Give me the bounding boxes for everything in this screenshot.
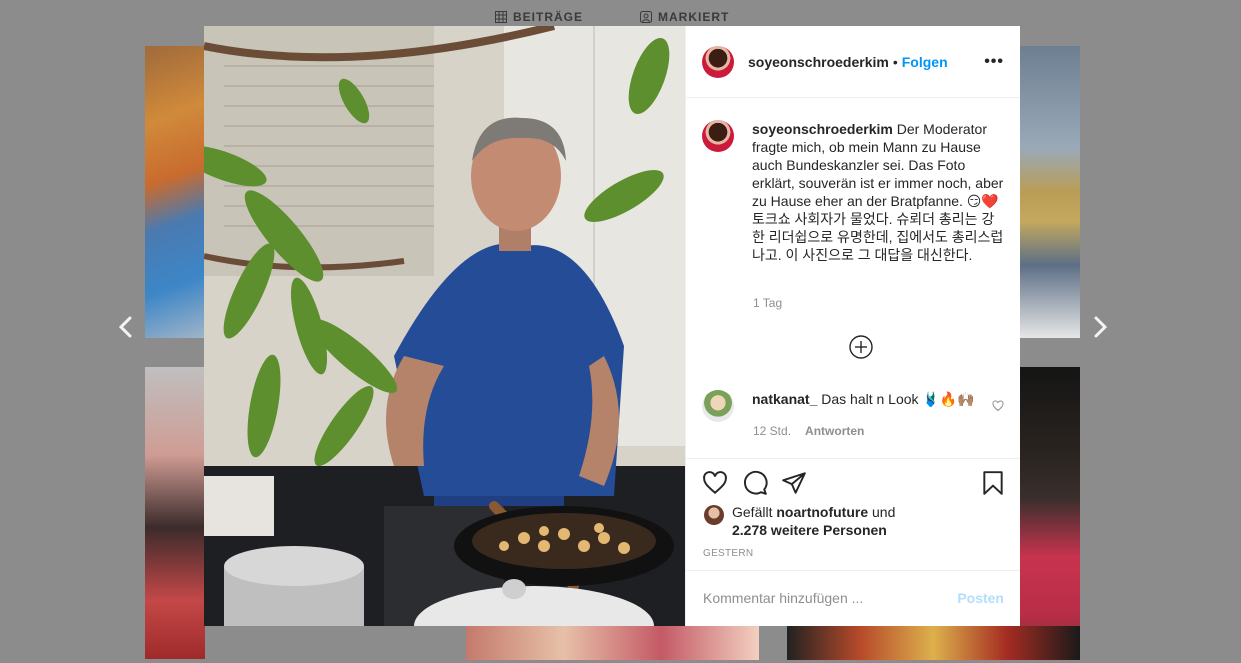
save-icon[interactable] <box>980 470 1006 496</box>
comment-text: natkanat_ Das halt n Look 🩱🔥🙌🏽 <box>752 390 982 422</box>
grid-post-thumbnail[interactable] <box>145 46 205 338</box>
heart-icon[interactable] <box>702 470 728 496</box>
divider <box>686 458 1020 459</box>
tab-tagged-label: MARKIERT <box>658 10 730 24</box>
comment-username[interactable]: natkanat_ <box>752 391 817 407</box>
comment-icon[interactable] <box>742 470 768 496</box>
avatar[interactable] <box>702 120 734 152</box>
post-photo[interactable] <box>204 26 685 626</box>
avatar[interactable] <box>704 505 724 525</box>
comment-meta: 12 Std. Antworten <box>753 424 864 438</box>
avatar[interactable] <box>702 390 734 422</box>
tag-icon <box>640 11 652 23</box>
comment: natkanat_ Das halt n Look 🩱🔥🙌🏽 12 Std. A… <box>702 390 1004 438</box>
caption: soyeonschroederkim Der Moderator fragte … <box>702 120 1004 264</box>
post-date[interactable]: GESTERN <box>703 548 753 559</box>
divider <box>686 570 1020 571</box>
post-modal: soyeonschroederkim • Folgen ••• soyeonsc… <box>204 26 1020 626</box>
caption-text: soyeonschroederkim Der Moderator fragte … <box>752 120 1004 264</box>
share-icon[interactable] <box>781 470 807 496</box>
likes-text: Gefällt noartnofuture und 2.278 weitere … <box>732 503 895 539</box>
likes-user[interactable]: noartnofuture <box>776 504 868 520</box>
tab-tagged[interactable]: MARKIERT <box>640 10 729 24</box>
grid-icon <box>495 11 507 23</box>
post-photo-illustration <box>204 26 685 626</box>
grid-post-thumbnail[interactable] <box>1020 46 1080 338</box>
likes-others[interactable]: 2.278 weitere Personen <box>732 522 887 538</box>
post-actions <box>702 470 1006 496</box>
caption-text-ko: 토크쇼 사회자가 물었다. 슈뢰더 총리는 강한 리더쉽으로 유명한데, 집에서… <box>752 211 1004 263</box>
caption-age[interactable]: 1 Tag <box>753 296 782 310</box>
post-header: soyeonschroederkim • Folgen ••• <box>686 26 1020 98</box>
tab-posts[interactable]: BEITRÄGE <box>495 10 583 24</box>
likes-summary: Gefällt noartnofuture und 2.278 weitere … <box>704 503 895 539</box>
grid-post-thumbnail[interactable] <box>787 626 1080 660</box>
comment-age[interactable]: 12 Std. <box>753 424 791 438</box>
separator-dot: • <box>892 53 898 70</box>
author-username[interactable]: soyeonschroederkim <box>748 54 889 70</box>
avatar[interactable] <box>702 45 734 78</box>
load-more-icon[interactable] <box>849 335 873 359</box>
more-options-button[interactable]: ••• <box>984 53 1004 71</box>
grid-post-thumbnail[interactable] <box>145 367 205 659</box>
post-comment-button[interactable]: Posten <box>957 590 1004 606</box>
add-comment-bar: Kommentar hinzufügen ... Posten <box>703 590 1004 606</box>
follow-button[interactable]: Folgen <box>902 54 948 70</box>
chevron-right-icon[interactable] <box>1091 316 1109 338</box>
reply-button[interactable]: Antworten <box>805 424 864 438</box>
likes-prefix: Gefällt <box>732 504 773 520</box>
caption-username[interactable]: soyeonschroederkim <box>752 121 893 137</box>
grid-post-thumbnail[interactable] <box>1020 367 1080 659</box>
tab-posts-label: BEITRÄGE <box>513 10 584 24</box>
comment-body: Das halt n Look 🩱🔥🙌🏽 <box>821 391 975 407</box>
grid-post-thumbnail[interactable] <box>466 626 759 660</box>
post-panel: soyeonschroederkim • Folgen ••• soyeonsc… <box>685 26 1020 626</box>
heart-icon[interactable] <box>992 400 1004 412</box>
chevron-left-icon[interactable] <box>117 316 135 338</box>
likes-conjunction: und <box>872 504 896 520</box>
comment-input[interactable]: Kommentar hinzufügen ... <box>703 590 863 606</box>
